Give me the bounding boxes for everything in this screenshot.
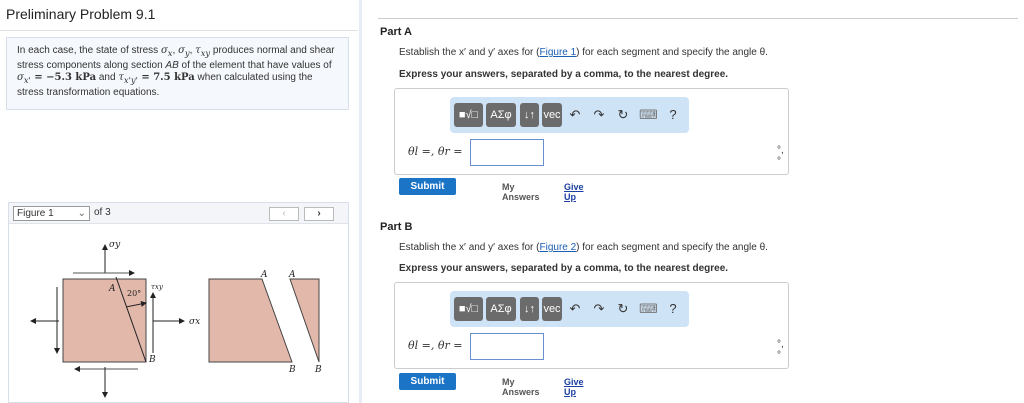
next-figure-button[interactable]: › xyxy=(304,207,334,221)
vec-button[interactable]: vec xyxy=(542,103,562,127)
sigma-y: σ xyxy=(178,45,185,56)
submit-button[interactable]: Submit xyxy=(399,178,456,195)
units: °, ° xyxy=(777,145,784,167)
text: and xyxy=(96,72,119,83)
help-icon[interactable]: ? xyxy=(664,103,682,127)
text: ) for each segment and specify the angle… xyxy=(576,242,768,253)
reset-icon[interactable]: ↻ xyxy=(614,297,632,321)
tau-xy-label: τxy xyxy=(151,283,164,291)
problem-title: Preliminary Problem 9.1 xyxy=(6,6,156,22)
sub: x'y' xyxy=(123,75,138,85)
answer-input[interactable] xyxy=(470,139,544,166)
text: of the element that have values of xyxy=(178,59,332,71)
point-b-label: B xyxy=(288,365,296,375)
sub: x' xyxy=(23,75,31,85)
submit-button[interactable]: Submit xyxy=(399,373,456,390)
angle-label: 20° xyxy=(127,289,141,298)
express-instructions: Express your answers, separated by a com… xyxy=(399,263,729,274)
arrows-button[interactable]: ↓↑ xyxy=(520,297,539,321)
help-icon[interactable]: ? xyxy=(664,297,682,321)
my-answers-link[interactable]: My Answers xyxy=(502,377,540,397)
figure-select[interactable]: Figure 1 ⌄ xyxy=(13,206,90,221)
answer-input[interactable] xyxy=(470,333,544,360)
point-b-label: B xyxy=(148,355,156,365)
answer-label: θl =, θr = xyxy=(408,339,463,352)
my-answers-link[interactable]: My Answers xyxy=(502,182,540,202)
point-a-label: A xyxy=(108,284,116,294)
give-up-link[interactable]: Give Up xyxy=(564,182,584,202)
sigma-x-label: σx xyxy=(189,317,200,327)
value: = 7.5 kPa xyxy=(137,72,195,83)
vec-button[interactable]: vec xyxy=(542,297,562,321)
greek-button[interactable]: ΑΣφ xyxy=(486,297,516,321)
text: Establish the x′ and y′ axes for ( xyxy=(399,47,540,58)
sigma-y-label: σy xyxy=(109,240,121,250)
answer-box: ■√□ ΑΣφ ↓↑ vec ↶ ↷ ↻ ⌨ ? θl =, θr = °, ° xyxy=(394,88,789,175)
figure-select-value: Figure 1 xyxy=(17,208,54,219)
units: °, ° xyxy=(777,339,784,361)
answer-box: ■√□ ΑΣφ ↓↑ vec ↶ ↷ ↻ ⌨ ? θl =, θr = °, ° xyxy=(394,282,789,369)
keyboard-icon[interactable]: ⌨ xyxy=(639,297,658,321)
instructions: Establish the x′ and y′ axes for (Figure… xyxy=(399,242,768,253)
redo-icon[interactable]: ↷ xyxy=(590,103,608,127)
sigma-x: σ xyxy=(160,45,168,56)
math-toolbar: ■√□ ΑΣφ ↓↑ vec ↶ ↷ ↻ ⌨ ? xyxy=(450,291,689,327)
figure-panel: Figure 1 ⌄ of 3 ‹ › σy σx τxy 20° A B A A… xyxy=(8,202,349,403)
reset-icon[interactable]: ↻ xyxy=(614,103,632,127)
undo-icon[interactable]: ↶ xyxy=(566,103,584,127)
point-a-label: A xyxy=(260,270,268,280)
sub: xy xyxy=(200,48,211,58)
figure-link[interactable]: Figure 1 xyxy=(539,47,576,58)
instructions: Establish the x′ and y′ axes for (Figure… xyxy=(399,47,768,58)
panel-divider xyxy=(359,0,362,403)
value: = −5.3 kPa xyxy=(30,72,97,83)
express-instructions: Express your answers, separated by a com… xyxy=(399,69,729,80)
math-toolbar: ■√□ ΑΣφ ↓↑ vec ↶ ↷ ↻ ⌨ ? xyxy=(450,97,689,133)
figure-link[interactable]: Figure 2 xyxy=(539,242,576,253)
redo-icon[interactable]: ↷ xyxy=(590,297,608,321)
figure-count: of 3 xyxy=(94,207,111,218)
stress-element-figure: σy σx τxy 20° A B A A B B xyxy=(30,240,322,398)
prev-figure-button[interactable]: ‹ xyxy=(269,207,299,221)
figure-toolbar: Figure 1 ⌄ of 3 ‹ › xyxy=(9,203,348,224)
chevron-down-icon: ⌄ xyxy=(77,208,86,219)
point-b-label: B xyxy=(314,365,322,375)
text: ) for each segment and specify the angle… xyxy=(576,47,768,58)
problem-statement: In each case, the state of stress σx, σy… xyxy=(6,37,349,110)
divider xyxy=(0,30,358,31)
part-label: Part A xyxy=(380,26,412,38)
part-label: Part B xyxy=(380,221,413,233)
templates-button[interactable]: ■√□ xyxy=(454,103,483,127)
arrows-button[interactable]: ↓↑ xyxy=(520,103,539,127)
give-up-link[interactable]: Give Up xyxy=(564,377,584,397)
answer-label: θl =, θr = xyxy=(408,145,463,158)
sigma-xp: σ xyxy=(17,72,24,83)
templates-button[interactable]: ■√□ xyxy=(454,297,483,321)
text: Establish the x′ and y′ axes for ( xyxy=(399,242,540,253)
keyboard-icon[interactable]: ⌨ xyxy=(639,103,658,127)
point-a-label: A xyxy=(288,270,296,280)
undo-icon[interactable]: ↶ xyxy=(566,297,584,321)
section-ab: AB xyxy=(165,59,179,71)
greek-button[interactable]: ΑΣφ xyxy=(486,103,516,127)
text: In each case, the state of stress xyxy=(17,45,161,56)
divider xyxy=(378,18,1018,19)
